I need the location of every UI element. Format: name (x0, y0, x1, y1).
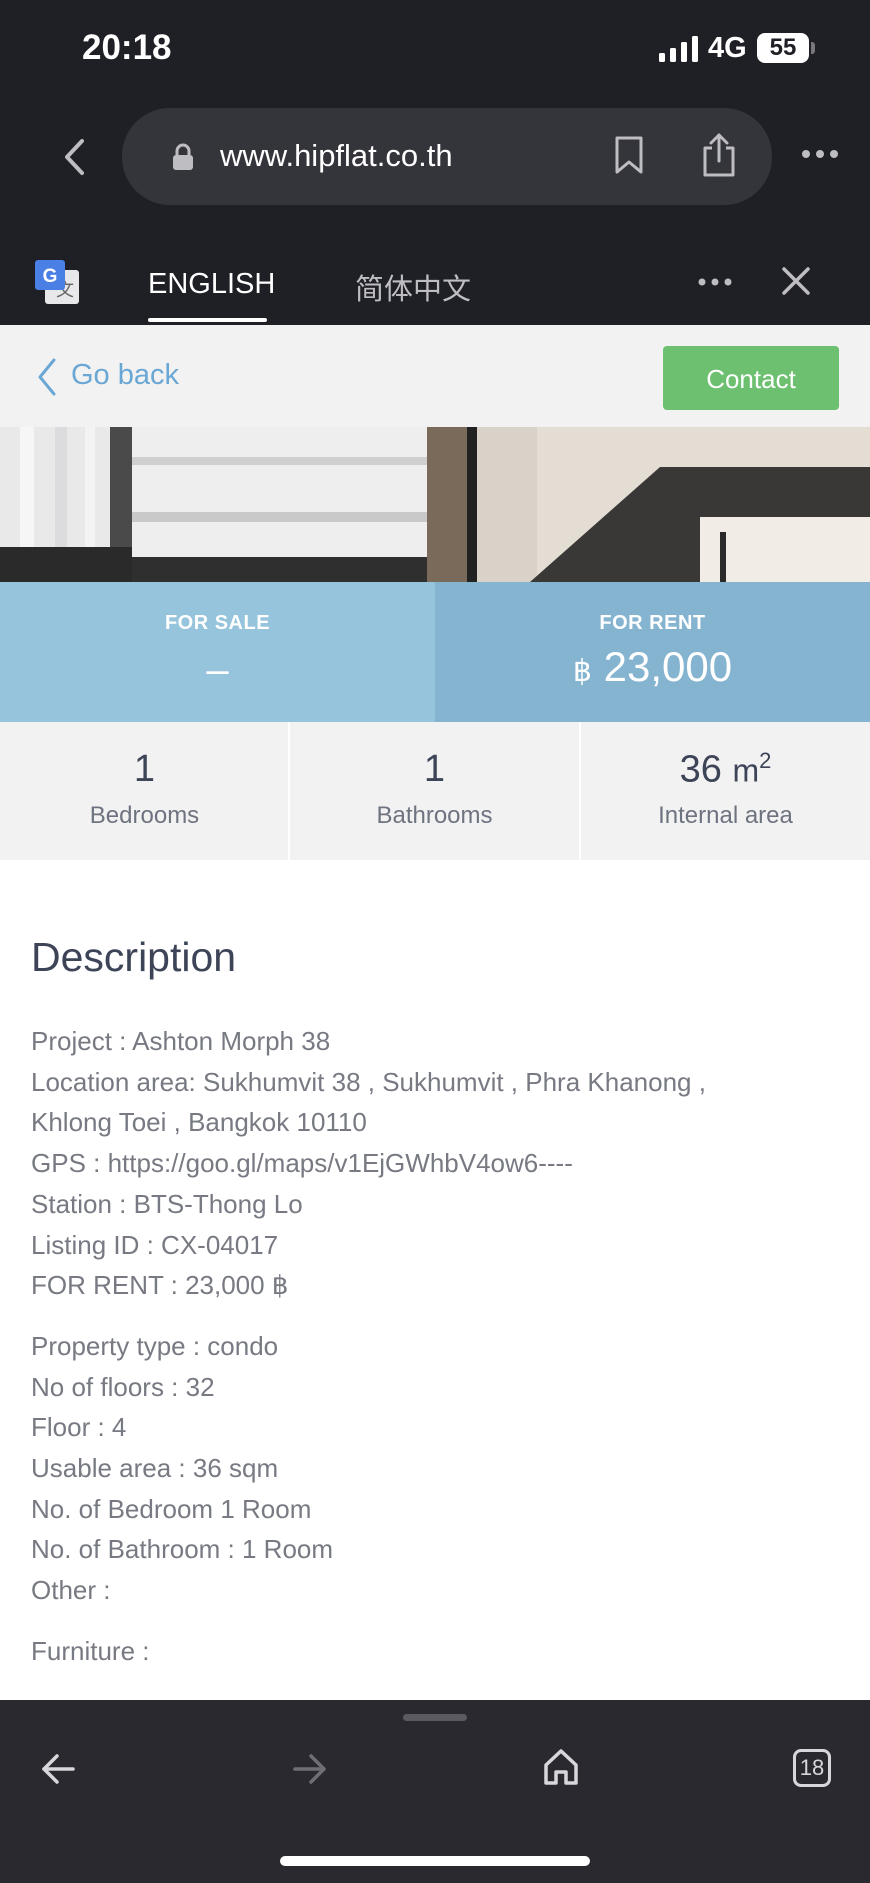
gps-link[interactable]: GPS : https://goo.gl/maps/v1EjGWhbV4ow6-… (31, 1143, 851, 1184)
for-rent-value: 23,000 (603, 643, 733, 690)
desc-line: No. of Bathroom : 1 Room (31, 1534, 334, 1565)
browser-back-icon[interactable] (62, 137, 88, 177)
svg-text:G: G (43, 266, 58, 287)
go-back-link[interactable]: Go back (71, 359, 179, 392)
tabs-count-button[interactable]: 18 (793, 1749, 831, 1787)
bedrooms-value: 1 (133, 748, 156, 790)
chevron-left-icon[interactable] (36, 357, 58, 397)
description-body: Project : Ashton Morph 38 Location area:… (31, 1021, 851, 1672)
desc-line: Property type : condo (31, 1330, 279, 1361)
desc-line: Project : Ashton Morph 38 (31, 1026, 331, 1056)
description-title: Description (31, 934, 237, 980)
bookmark-icon[interactable] (613, 135, 645, 175)
for-sale-label: FOR SALE (164, 612, 271, 634)
photo-illustration (0, 427, 870, 582)
battery-indicator: 55 (757, 33, 809, 63)
home-indicator (280, 1856, 590, 1866)
currency-symbol: ฿ (572, 655, 592, 688)
tab-english[interactable]: ENGLISH (148, 268, 275, 301)
signal-icon (659, 36, 698, 62)
lock-icon (173, 143, 193, 170)
close-icon[interactable] (781, 266, 811, 296)
tab-english-underline (148, 318, 267, 322)
url-text[interactable]: www.hipflat.co.th (220, 138, 453, 174)
bedrooms-label: Bedrooms (89, 802, 200, 829)
desc-line: Location area: Sukhumvit 38 , Sukhumvit … (31, 1066, 706, 1097)
for-rent-label: FOR RENT (599, 612, 706, 634)
desc-line: No. of Bedroom 1 Room (31, 1493, 312, 1524)
desc-line: No of floors : 32 (31, 1371, 215, 1402)
area-unit: m (732, 752, 760, 789)
battery-tip (811, 42, 815, 54)
tab-chinese[interactable]: 简体中文 (355, 266, 471, 308)
area-number: 36 (679, 748, 722, 791)
stat-divider (288, 722, 290, 860)
network-type: 4G (708, 32, 747, 64)
for-sale-value: – (206, 648, 229, 692)
desc-line: Floor : 4 (31, 1412, 127, 1443)
desc-line: FOR RENT : 23,000 ฿ (31, 1270, 289, 1301)
area-label: Internal area (658, 802, 793, 829)
status-time: 20:18 (82, 28, 172, 67)
area-value: 36 m2 (581, 748, 870, 792)
translate-more-icon[interactable] (697, 275, 733, 289)
more-options-icon[interactable] (800, 146, 840, 162)
desc-line: Furniture : (31, 1635, 150, 1666)
desc-line: Station : BTS-Thong Lo (31, 1188, 303, 1219)
toolbar-handle[interactable] (403, 1714, 467, 1721)
google-translate-icon[interactable]: 文 G (33, 258, 81, 306)
desc-line: Listing ID : CX-04017 (31, 1229, 279, 1260)
for-rent-price: ฿ 23,000 (435, 643, 870, 691)
arrow-right-icon[interactable] (292, 1752, 328, 1786)
desc-line: Other : (31, 1575, 111, 1606)
desc-line: Khlong Toei , Bangkok 10110 (31, 1107, 367, 1138)
arrow-left-icon[interactable] (40, 1752, 76, 1786)
contact-button[interactable]: Contact (663, 346, 839, 410)
desc-line: Usable area : 36 sqm (31, 1453, 279, 1484)
share-icon[interactable] (700, 132, 738, 178)
property-photo[interactable] (0, 427, 870, 582)
bathrooms-value: 1 (423, 748, 446, 790)
home-icon[interactable] (543, 1748, 579, 1786)
bathrooms-label: Bathrooms (376, 802, 493, 829)
area-unit-exponent: 2 (759, 748, 772, 773)
